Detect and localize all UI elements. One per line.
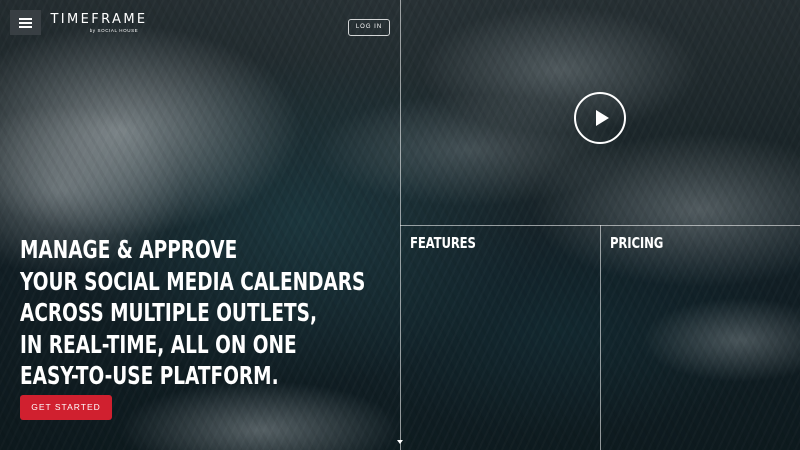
play-icon: [596, 110, 609, 126]
tile-features[interactable]: FEATURES: [410, 234, 476, 252]
headline-line: YOUR SOCIAL MEDIA CALENDARS: [20, 266, 366, 296]
headline-line: IN REAL-TIME, ALL ON ONE: [20, 329, 297, 359]
logo[interactable]: TIMEFRAME by SOCIAL HOUSE: [49, 13, 149, 34]
headline-line: MANAGE & APPROVE: [20, 235, 238, 264]
scroll-down-arrow-icon[interactable]: [397, 440, 403, 444]
logo-wordmark: TIMEFRAME: [50, 12, 148, 27]
headline-line: ACROSS MULTIPLE OUTLETS,: [20, 298, 317, 327]
get-started-button[interactable]: GET STARTED: [20, 395, 112, 420]
play-video-button[interactable]: [574, 92, 626, 144]
tile-pricing[interactable]: PRICING: [610, 234, 663, 252]
logo-tagline: by SOCIAL HOUSE: [89, 28, 139, 33]
headline-line: EASY-TO-USE PLATFORM.: [20, 361, 279, 390]
hero-headline: MANAGE & APPROVE YOUR SOCIAL MEDIA CALEN…: [20, 234, 365, 392]
login-button[interactable]: LOG IN: [348, 19, 390, 36]
grid-divider-tiles: [600, 225, 601, 450]
hero-section: TIMEFRAME by SOCIAL HOUSE LOG IN FEATURE…: [0, 0, 800, 450]
menu-button[interactable]: [10, 10, 41, 35]
